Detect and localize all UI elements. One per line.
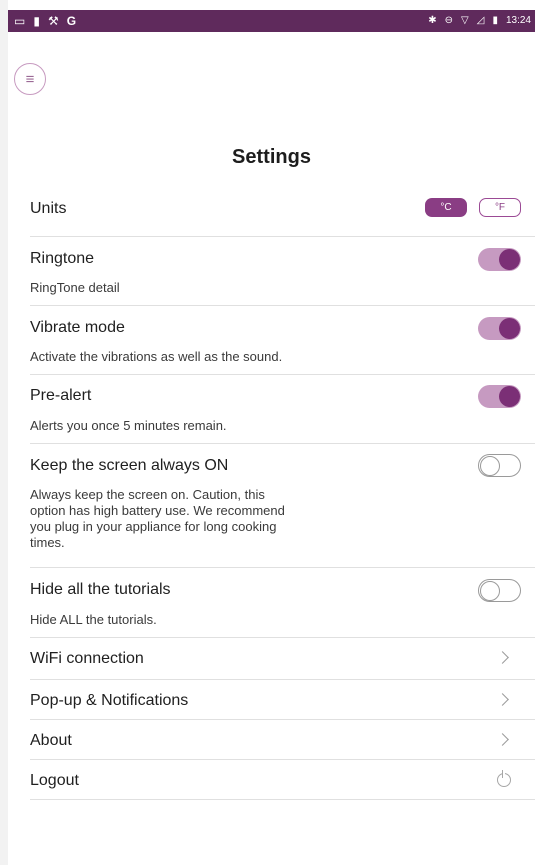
logout-link[interactable]: Logout: [30, 760, 535, 800]
hide-tutorials-toggle[interactable]: [478, 579, 521, 602]
link-label: About: [30, 732, 72, 749]
setting-title: Ringtone: [30, 250, 95, 267]
chevron-right-icon: [496, 651, 509, 664]
about-link[interactable]: About: [30, 720, 535, 760]
g-letter-icon: G: [66, 14, 77, 28]
status-time: 13:24: [505, 15, 531, 26]
units-label: Units: [30, 200, 67, 217]
toggle-knob: [499, 249, 520, 270]
setting-title: Keep the screen always ON: [30, 457, 229, 474]
popup-notifications-link[interactable]: Pop-up & Notifications: [30, 680, 535, 720]
setting-title: Hide all the tutorials: [30, 581, 171, 598]
setting-row-keep-screen-on: Keep the screen always ON Always keep th…: [30, 444, 535, 568]
setting-description: RingTone detail: [30, 280, 120, 295]
battery-icon: ▮: [33, 14, 40, 28]
status-bar: ▭ ▮ ⚒ G ✱ ⊖ ▽ ◿ ▮ 13:24: [8, 10, 535, 32]
toggle-knob: [499, 386, 520, 407]
vibrate-toggle[interactable]: [478, 317, 521, 340]
units-row: Units °C °F: [30, 190, 535, 237]
fahrenheit-button[interactable]: °F: [479, 198, 521, 217]
ringtone-toggle[interactable]: [478, 248, 521, 271]
toggle-knob: [480, 581, 500, 601]
power-icon: [497, 770, 511, 787]
link-label: Logout: [30, 772, 79, 789]
wifi-icon: ▽: [461, 15, 469, 26]
status-bar-right: ✱ ⊖ ▽ ◿ ▮ 13:24: [428, 16, 531, 26]
status-bar-left: ▭ ▮ ⚒ G: [14, 15, 76, 27]
setting-row-hide-tutorials: Hide all the tutorials Hide ALL the tuto…: [30, 568, 535, 638]
settings-screen: ▭ ▮ ⚒ G ✱ ⊖ ▽ ◿ ▮ 13:24 ≡ Settings Units…: [8, 0, 535, 865]
link-label: Pop-up & Notifications: [30, 692, 189, 709]
do-not-disturb-icon: ⊖: [444, 15, 454, 26]
screen-icon: ▭: [14, 14, 26, 28]
wifi-connection-link[interactable]: WiFi connection: [30, 638, 535, 680]
setting-title: Pre-alert: [30, 387, 92, 404]
toggle-knob: [480, 456, 500, 476]
bluetooth-icon: ✱: [428, 15, 437, 26]
pre-alert-toggle[interactable]: [478, 385, 521, 408]
chevron-right-icon: [496, 733, 509, 746]
celsius-button[interactable]: °C: [425, 198, 467, 217]
setting-description: Alerts you once 5 minutes remain.: [30, 418, 227, 433]
setting-row-ringtone: Ringtone RingTone detail: [30, 237, 535, 306]
signal-icon: ◿: [476, 15, 485, 26]
keep-screen-on-toggle[interactable]: [478, 454, 521, 477]
units-selector: °C °F: [425, 198, 521, 217]
setting-description: Hide ALL the tutorials.: [30, 612, 157, 627]
hamburger-menu-button[interactable]: ≡: [14, 63, 46, 95]
setting-title: Vibrate mode: [30, 319, 125, 336]
hamburger-menu-icon: ≡: [25, 70, 35, 88]
link-label: WiFi connection: [30, 650, 144, 667]
chevron-right-icon: [496, 693, 509, 706]
wrench-icon: ⚒: [47, 14, 59, 28]
setting-row-pre-alert: Pre-alert Alerts you once 5 minutes rema…: [30, 375, 535, 444]
toggle-knob: [499, 318, 520, 339]
status-battery-icon: ▮: [492, 15, 498, 26]
setting-description: Always keep the screen on. Caution, this…: [30, 487, 285, 550]
setting-row-vibrate: Vibrate mode Activate the vibrations as …: [30, 306, 535, 375]
page-title: Settings: [232, 146, 311, 168]
setting-description: Activate the vibrations as well as the s…: [30, 349, 283, 364]
